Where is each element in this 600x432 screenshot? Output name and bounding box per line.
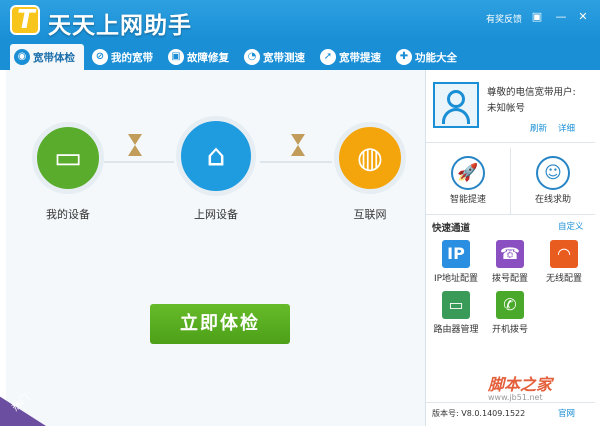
quick-item-boot-dial[interactable]: ✆ 开机拨号	[482, 291, 538, 335]
tab-label: 宽带测速	[263, 51, 305, 64]
online-help-button[interactable]: ☺ 在线求助	[523, 156, 583, 205]
hourglass-icon	[289, 132, 307, 158]
quick-item-router[interactable]: ▭ 路由器管理	[428, 291, 484, 335]
divider	[426, 142, 595, 143]
watermark-url: www.jb51.net	[488, 393, 543, 402]
watermark-text: 脚本之家	[488, 375, 553, 394]
quick-item-ip-config[interactable]: IP IP地址配置	[428, 240, 484, 284]
tab-my-broadband[interactable]: ⊘ 我的宽带	[88, 44, 162, 70]
tab-broadband-check[interactable]: ◉ 宽带体检	[10, 44, 84, 70]
no-entry-icon: ⊘	[92, 49, 108, 65]
tab-speed-test[interactable]: ◔ 宽带测速	[240, 44, 314, 70]
feature-label: 智能提速	[449, 195, 486, 205]
minimize-button[interactable]: —	[554, 10, 568, 24]
phone-icon: ✆	[496, 291, 524, 319]
skin-icon[interactable]: ▣	[530, 10, 544, 24]
quick-item-wifi-config[interactable]: ◠ 无线配置	[536, 240, 592, 284]
divider	[426, 402, 595, 403]
tab-label: 我的宽带	[111, 51, 153, 64]
avatar-body	[442, 108, 470, 124]
grid-icon: ✚	[396, 49, 412, 65]
official-site-link[interactable]: 官网	[558, 407, 575, 419]
check-panel: ▭ 我的设备 ⌂ 上网设备 ◍ 互联网 立即体检 热门	[0, 70, 425, 426]
customize-link[interactable]: 自定义	[558, 220, 584, 232]
quick-access-title: 快速通道	[432, 223, 471, 234]
router-icon: ⌂	[206, 138, 226, 174]
user-greeting: 尊敬的电信宽带用户:	[487, 87, 576, 98]
rocket-icon: ➚	[320, 49, 336, 65]
feedback-link[interactable]: 有奖反馈	[486, 12, 522, 25]
toolbox-icon: ▣	[168, 49, 184, 65]
app-title: 天天上网助手	[48, 13, 192, 39]
smart-speedup-button[interactable]: 🚀 智能提速	[438, 156, 498, 205]
divider	[510, 148, 511, 214]
quick-item-label: 拨号配置	[491, 274, 528, 284]
avatar-head	[447, 90, 465, 108]
tab-all-features[interactable]: ✚ 功能大全	[392, 44, 466, 70]
quick-item-label: 无线配置	[545, 274, 582, 284]
tab-label: 功能大全	[415, 51, 457, 64]
start-check-button[interactable]: 立即体检	[150, 304, 290, 344]
tab-fault-repair[interactable]: ▣ 故障修复	[164, 44, 238, 70]
my-device-label: 我的设备	[46, 208, 90, 221]
wifi-icon: ◠	[550, 240, 578, 268]
quick-item-label: IP地址配置	[433, 274, 479, 284]
tab-label: 故障修复	[187, 51, 229, 64]
router-icon: ▭	[442, 291, 470, 319]
monitor-icon: ▭	[53, 140, 83, 176]
title-bar: 天天上网助手 有奖反馈 ▣ — ✕	[0, 0, 600, 40]
avatar[interactable]	[433, 82, 479, 128]
support-icon: ☺	[536, 156, 570, 190]
network-device-circle: ⌂	[176, 116, 256, 196]
feature-label: 在线求助	[534, 195, 571, 205]
rocket-icon: 🚀	[451, 156, 485, 190]
quick-item-label: 开机拨号	[491, 325, 528, 335]
divider	[426, 214, 595, 215]
refresh-link[interactable]: 刷新	[530, 122, 547, 134]
globe-icon: ◍	[356, 140, 384, 176]
my-device-circle: ▭	[32, 122, 104, 194]
version-label: 版本号: V8.0.1409.1522	[432, 409, 526, 418]
network-device-label: 上网设备	[194, 208, 238, 221]
close-button[interactable]: ✕	[576, 10, 590, 24]
details-link[interactable]: 详细	[558, 122, 575, 134]
dial-icon: ☎	[496, 240, 524, 268]
internet-circle: ◍	[334, 122, 406, 194]
connection-line	[260, 161, 332, 163]
tab-label: 宽带体检	[33, 51, 75, 64]
tab-bar: ◉ 宽带体检 ⊘ 我的宽带 ▣ 故障修复 ◔ 宽带测速 ➚ 宽带提速 ✚ 功能大…	[0, 40, 600, 70]
account-name: 未知帐号	[487, 103, 526, 114]
hourglass-icon	[126, 132, 144, 158]
gauge-icon: ◔	[244, 49, 260, 65]
tab-speed-up[interactable]: ➚ 宽带提速	[316, 44, 390, 70]
tab-label: 宽带提速	[339, 51, 381, 64]
connection-line	[104, 161, 174, 163]
globe-icon: ◉	[14, 49, 30, 65]
internet-label: 互联网	[353, 208, 387, 221]
quick-item-dial-config[interactable]: ☎ 拨号配置	[482, 240, 538, 284]
ip-icon: IP	[442, 240, 470, 268]
quick-item-label: 路由器管理	[433, 325, 479, 335]
app-logo	[10, 5, 40, 35]
